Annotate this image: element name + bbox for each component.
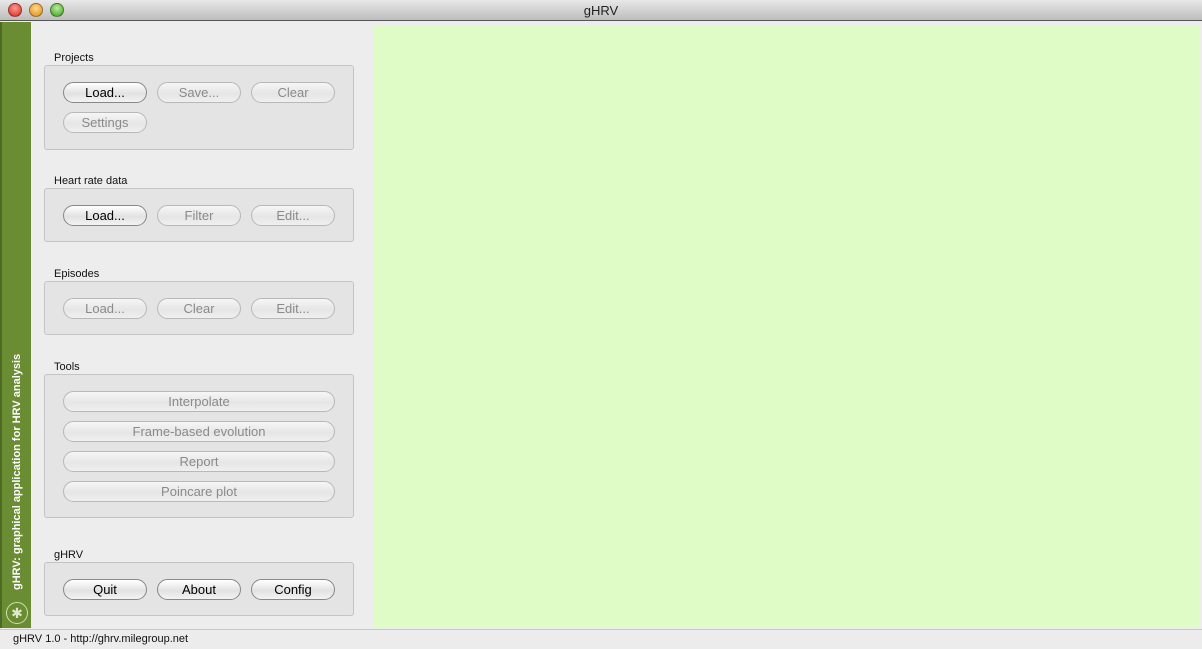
close-window-button[interactable]	[8, 3, 22, 17]
about-button[interactable]: About	[157, 579, 241, 600]
status-text: gHRV 1.0 - http://ghrv.milegroup.net	[13, 633, 189, 645]
minimize-window-button[interactable]	[29, 3, 43, 17]
projects-clear-button[interactable]: Clear	[251, 82, 335, 103]
heart-rate-group-label: Heart rate data	[54, 175, 128, 187]
status-bar: gHRV 1.0 - http://ghrv.milegroup.net	[0, 629, 1202, 649]
ghrv-group: Quit About Config	[44, 562, 354, 616]
projects-load-button[interactable]: Load...	[63, 82, 147, 103]
heart-rate-filter-button[interactable]: Filter	[157, 205, 241, 226]
projects-settings-button[interactable]: Settings	[63, 112, 147, 133]
vitruvian-logo-icon: ✱	[6, 602, 28, 624]
quit-button[interactable]: Quit	[63, 579, 147, 600]
heart-rate-group: Load... Filter Edit...	[44, 188, 354, 242]
heart-rate-load-button[interactable]: Load...	[63, 205, 147, 226]
config-button[interactable]: Config	[251, 579, 335, 600]
heart-rate-edit-button[interactable]: Edit...	[251, 205, 335, 226]
window-title: gHRV	[583, 3, 619, 18]
episodes-clear-button[interactable]: Clear	[157, 298, 241, 319]
sidebar-banner: gHRV: graphical application for HRV anal…	[0, 22, 31, 628]
episodes-edit-button[interactable]: Edit...	[251, 298, 335, 319]
episodes-group: Load... Clear Edit...	[44, 281, 354, 335]
interpolate-button[interactable]: Interpolate	[63, 391, 335, 412]
report-button[interactable]: Report	[63, 451, 335, 472]
plot-area	[373, 25, 1200, 628]
frame-based-evolution-button[interactable]: Frame-based evolution	[63, 421, 335, 442]
zoom-window-button[interactable]	[50, 3, 64, 17]
sidebar-vertical-title: gHRV: graphical application for HRV anal…	[11, 353, 23, 590]
tools-group-label: Tools	[54, 361, 80, 373]
projects-group-label: Projects	[54, 52, 94, 64]
episodes-group-label: Episodes	[54, 268, 100, 280]
control-panel: Projects Load... Save... Clear Settings …	[31, 22, 372, 628]
projects-group: Load... Save... Clear Settings	[44, 65, 354, 150]
tools-group: Interpolate Frame-based evolution Report…	[44, 374, 354, 518]
ghrv-group-label: gHRV	[54, 549, 84, 561]
title-bar: gHRV	[0, 0, 1202, 21]
poincare-plot-button[interactable]: Poincare plot	[63, 481, 335, 502]
episodes-load-button[interactable]: Load...	[63, 298, 147, 319]
projects-save-button[interactable]: Save...	[157, 82, 241, 103]
